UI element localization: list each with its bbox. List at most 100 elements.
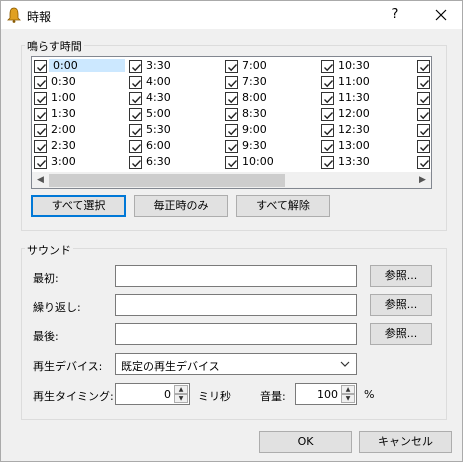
checkbox-checked-icon[interactable] — [417, 60, 430, 73]
time-item[interactable]: 11:00 — [319, 74, 414, 90]
checkbox-checked-icon[interactable] — [321, 140, 334, 153]
help-button[interactable]: ? — [383, 3, 407, 27]
time-item[interactable]: 0:30 — [32, 74, 127, 90]
last-sound-input[interactable] — [115, 323, 357, 345]
checkbox-checked-icon[interactable] — [225, 76, 238, 89]
time-item[interactable]: 10:00 — [223, 154, 318, 170]
checkbox-checked-icon[interactable] — [321, 124, 334, 137]
checkbox-checked-icon[interactable] — [417, 156, 430, 169]
checkbox-checked-icon[interactable] — [225, 140, 238, 153]
time-item[interactable]: 6:30 — [127, 154, 222, 170]
volume-unit: % — [364, 388, 375, 401]
time-item[interactable]: 1:00 — [32, 90, 127, 106]
time-item[interactable]: 12:30 — [319, 122, 414, 138]
checkbox-checked-icon[interactable] — [417, 76, 430, 89]
first-sound-input[interactable] — [115, 265, 357, 287]
scrollbar-thumb[interactable] — [49, 174, 285, 187]
time-item-label: 6:30 — [146, 155, 171, 168]
time-item[interactable]: 12:00 — [319, 106, 414, 122]
time-item[interactable]: 0:00 — [32, 58, 127, 74]
select-all-button[interactable]: すべて選択 — [31, 195, 126, 217]
checkbox-checked-icon[interactable] — [129, 140, 142, 153]
checkbox-checked-icon[interactable] — [321, 76, 334, 89]
spin-up-icon[interactable]: ▲ — [174, 385, 188, 394]
time-item[interactable] — [415, 90, 431, 106]
time-item[interactable]: 6:00 — [127, 138, 222, 154]
horizontal-scrollbar[interactable]: ◀ ▶ — [32, 172, 431, 188]
scroll-right-icon[interactable]: ▶ — [414, 172, 431, 188]
checkbox-checked-icon[interactable] — [321, 60, 334, 73]
time-item[interactable] — [415, 138, 431, 154]
time-item[interactable]: 2:30 — [32, 138, 127, 154]
browse-repeat-button[interactable]: 参照... — [370, 294, 432, 316]
time-item[interactable] — [415, 58, 431, 74]
time-item[interactable]: 8:00 — [223, 90, 318, 106]
time-item[interactable] — [415, 74, 431, 90]
spin-up-icon[interactable]: ▲ — [341, 385, 355, 394]
time-item[interactable]: 3:00 — [32, 154, 127, 170]
time-item[interactable]: 7:30 — [223, 74, 318, 90]
checkbox-checked-icon[interactable] — [321, 92, 334, 105]
browse-first-button[interactable]: 参照... — [370, 265, 432, 287]
time-item[interactable]: 1:30 — [32, 106, 127, 122]
time-item[interactable]: 9:00 — [223, 122, 318, 138]
checkbox-checked-icon[interactable] — [34, 140, 47, 153]
checkbox-checked-icon[interactable] — [34, 108, 47, 121]
time-item[interactable]: 4:00 — [127, 74, 222, 90]
ok-button[interactable]: OK — [259, 431, 352, 453]
times-checklist[interactable]: 0:00 0:30 1:00 1:30 2:00 2:30 3:00 3:30 4:00 4:30… — [31, 56, 432, 189]
time-item[interactable]: 5:30 — [127, 122, 222, 138]
time-item[interactable]: 13:00 — [319, 138, 414, 154]
checkbox-checked-icon[interactable] — [34, 92, 47, 105]
time-item-label: 4:30 — [146, 91, 171, 104]
repeat-sound-input[interactable] — [115, 294, 357, 316]
checkbox-checked-icon[interactable] — [34, 156, 47, 169]
checkbox-checked-icon[interactable] — [129, 156, 142, 169]
time-item[interactable]: 13:30 — [319, 154, 414, 170]
time-item[interactable]: 2:00 — [32, 122, 127, 138]
checkbox-checked-icon[interactable] — [34, 76, 47, 89]
device-select[interactable]: 既定の再生デバイス — [115, 353, 357, 375]
checkbox-checked-icon[interactable] — [129, 76, 142, 89]
checkbox-checked-icon[interactable] — [225, 60, 238, 73]
cancel-button[interactable]: キャンセル — [359, 431, 452, 453]
time-item[interactable]: 5:00 — [127, 106, 222, 122]
clear-all-button[interactable]: すべて解除 — [236, 195, 330, 217]
checkbox-checked-icon[interactable] — [225, 124, 238, 137]
time-item[interactable]: 4:30 — [127, 90, 222, 106]
checkbox-checked-icon[interactable] — [129, 92, 142, 105]
checkbox-checked-icon[interactable] — [417, 108, 430, 121]
checkbox-checked-icon[interactable] — [225, 156, 238, 169]
time-item[interactable]: 3:30 — [127, 58, 222, 74]
scroll-left-icon[interactable]: ◀ — [32, 172, 49, 188]
checkbox-checked-icon[interactable] — [417, 92, 430, 105]
checkbox-checked-icon[interactable] — [129, 108, 142, 121]
time-item[interactable]: 10:30 — [319, 58, 414, 74]
time-item[interactable]: 9:30 — [223, 138, 318, 154]
spin-down-icon[interactable]: ▼ — [341, 394, 355, 403]
checkbox-checked-icon[interactable] — [417, 124, 430, 137]
time-item[interactable]: 8:30 — [223, 106, 318, 122]
time-item[interactable] — [415, 122, 431, 138]
checkbox-checked-icon[interactable] — [129, 60, 142, 73]
checkbox-checked-icon[interactable] — [321, 156, 334, 169]
checkbox-checked-icon[interactable] — [321, 108, 334, 121]
close-button[interactable] — [429, 3, 453, 27]
time-item-label: 6:00 — [146, 139, 171, 152]
checkbox-checked-icon[interactable] — [129, 124, 142, 137]
checkbox-checked-icon[interactable] — [34, 60, 47, 73]
hourly-only-button[interactable]: 毎正時のみ — [134, 195, 228, 217]
timing-spinner[interactable]: 0 ▲ ▼ — [115, 383, 190, 405]
checkbox-checked-icon[interactable] — [34, 124, 47, 137]
spin-down-icon[interactable]: ▼ — [174, 394, 188, 403]
browse-last-button[interactable]: 参照... — [370, 323, 432, 345]
time-item[interactable] — [415, 106, 431, 122]
timing-spin-buttons: ▲ ▼ — [174, 385, 188, 403]
time-item[interactable] — [415, 154, 431, 170]
checkbox-checked-icon[interactable] — [225, 92, 238, 105]
time-item[interactable]: 11:30 — [319, 90, 414, 106]
checkbox-checked-icon[interactable] — [417, 140, 430, 153]
time-item[interactable]: 7:00 — [223, 58, 318, 74]
volume-spinner[interactable]: 100 ▲ ▼ — [295, 383, 357, 405]
checkbox-checked-icon[interactable] — [225, 108, 238, 121]
